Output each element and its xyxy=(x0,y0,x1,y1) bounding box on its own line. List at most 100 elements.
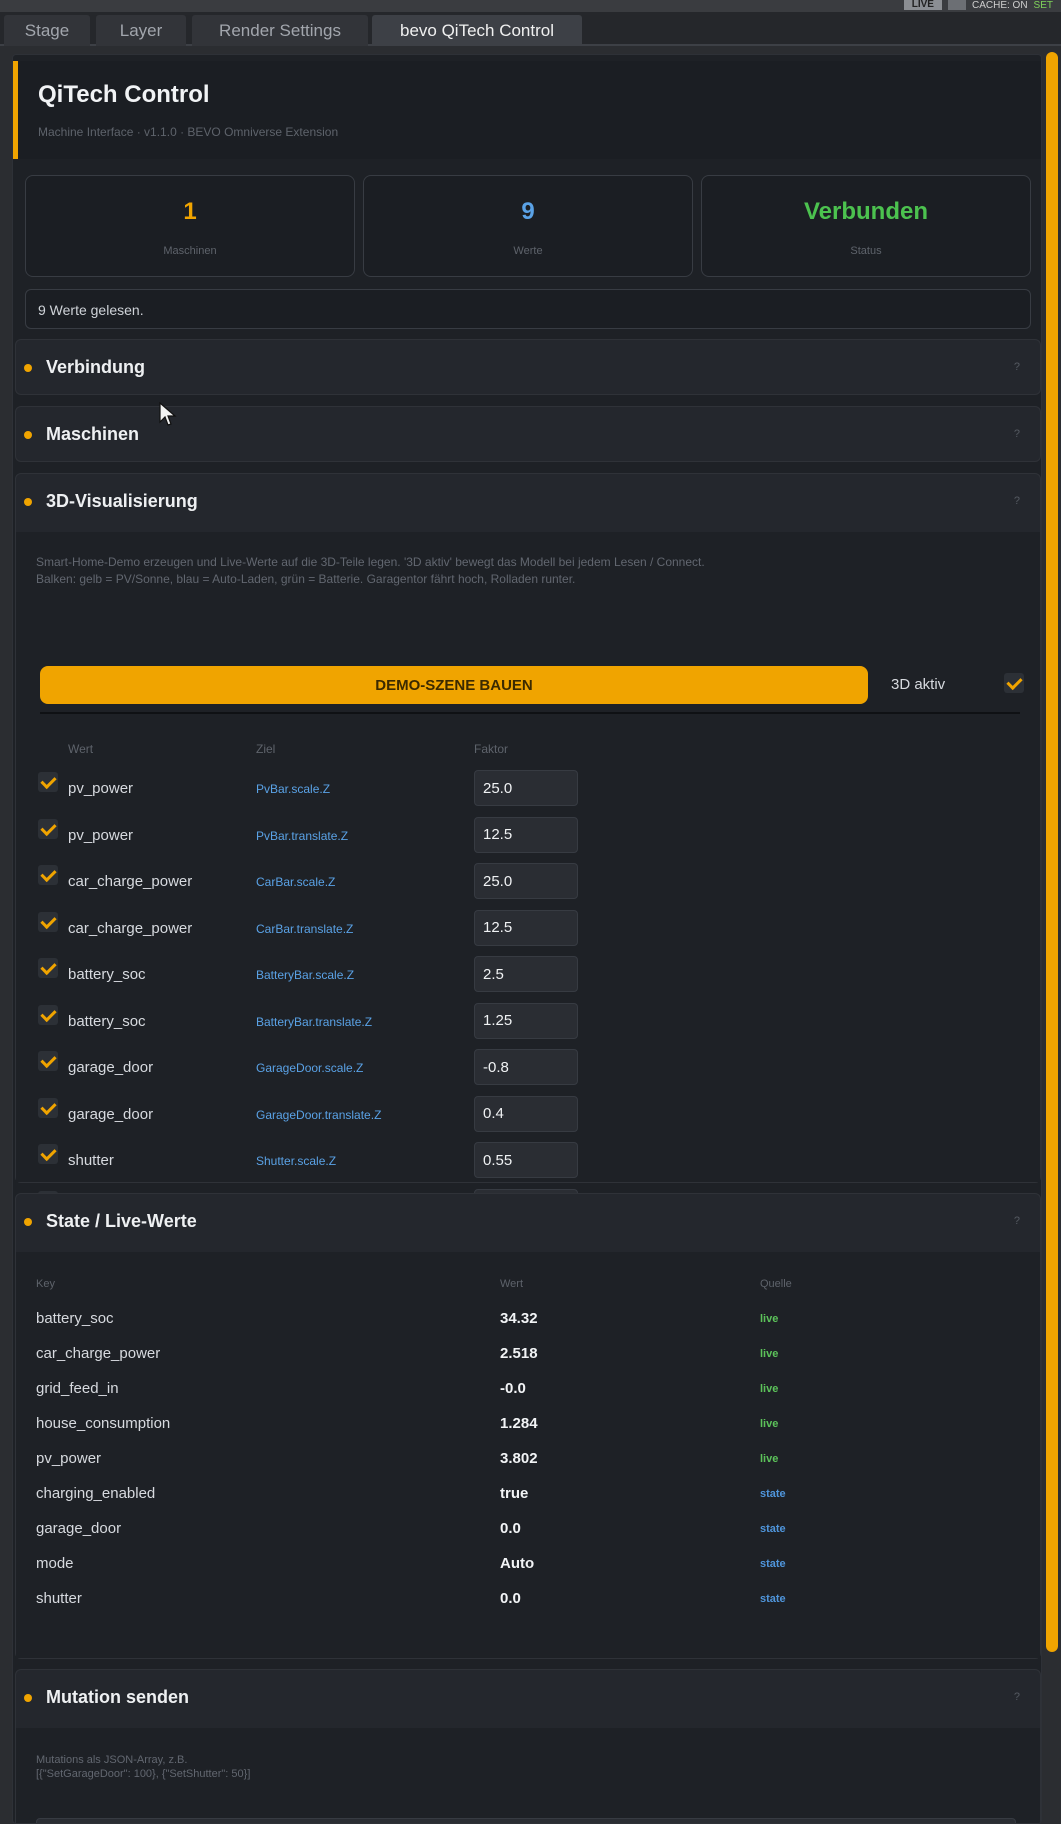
state-value: Auto xyxy=(500,1555,535,1572)
state-value: -0.0 xyxy=(500,1380,526,1397)
cache-status: CACHE: ON xyxy=(971,0,1028,11)
help-icon[interactable]: ? xyxy=(1014,1691,1020,1703)
table-row: shutter 0.0 state xyxy=(16,1584,1016,1614)
mapping-wert: garage_door xyxy=(68,1105,154,1123)
help-icon[interactable]: ? xyxy=(1014,1215,1020,1227)
col-header-wert: Wert xyxy=(68,742,94,756)
stat-status: Verbunden Status xyxy=(701,175,1031,277)
mapping-checkbox[interactable] xyxy=(38,1004,58,1025)
tab-render-settings[interactable]: Render Settings xyxy=(192,15,368,46)
mutation-body: Mutations als JSON-Array, z.B. [{"SetGar… xyxy=(16,1728,1040,1823)
tab-qitech-control[interactable]: bevo QiTech Control xyxy=(372,15,582,46)
table-row: mode Auto state xyxy=(16,1549,1016,1579)
stat-werte: 9 Werte xyxy=(363,175,693,277)
section-bullet-icon xyxy=(24,498,32,506)
mapping-faktor-input[interactable] xyxy=(474,863,578,899)
3d-aktiv-checkbox[interactable] xyxy=(1004,673,1024,693)
live-badge[interactable]: LIVE xyxy=(903,0,942,10)
mapping-checkbox[interactable] xyxy=(38,1051,58,1071)
col-header-ziel: Ziel xyxy=(256,742,276,756)
mapping-faktor-input[interactable] xyxy=(474,1049,578,1085)
section-verbindung[interactable]: Verbindung ? xyxy=(15,339,1041,395)
state-value: true xyxy=(500,1485,529,1502)
state-key: grid_feed_in xyxy=(36,1380,119,1397)
tab-stage[interactable]: Stage xyxy=(4,15,90,46)
mapping-wert: car_charge_power xyxy=(68,919,193,937)
mapping-faktor-input[interactable] xyxy=(474,1095,578,1132)
status-box xyxy=(947,0,966,10)
mapping-row: pv_power PvBar.scale.Z xyxy=(16,770,1016,810)
section-bullet-icon xyxy=(24,1694,32,1702)
mapping-checkbox[interactable] xyxy=(38,1097,58,1118)
mapping-ziel: Shutter.scale.Z xyxy=(256,1154,337,1168)
state-source: state xyxy=(760,1558,786,1570)
state-source: live xyxy=(760,1348,779,1360)
state-source: live xyxy=(760,1453,779,1465)
divider xyxy=(40,712,1020,714)
mapping-ziel: PvBar.scale.Z xyxy=(256,782,331,796)
section-title[interactable]: 3D-Visualisierung xyxy=(46,491,198,512)
section-state-live: State / Live-Werte ? Key Wert Quelle bat… xyxy=(15,1193,1041,1659)
mapping-wert: pv_power xyxy=(68,780,134,797)
stat-maschinen: 1 Maschinen xyxy=(25,175,355,277)
state-source: state xyxy=(760,1593,786,1605)
state-key: shutter xyxy=(36,1590,82,1607)
table-row: garage_door 0.0 state xyxy=(16,1514,1016,1544)
help-icon[interactable]: ? xyxy=(1014,361,1020,373)
mapping-checkbox[interactable] xyxy=(38,911,58,932)
state-key: garage_door xyxy=(36,1520,122,1537)
mapping-row: pv_power PvBar.translate.Z xyxy=(16,816,1016,857)
section-title[interactable]: Mutation senden xyxy=(46,1687,189,1708)
state-source: live xyxy=(760,1418,779,1430)
mutation-input[interactable] xyxy=(36,1818,1016,1823)
stat-value: Verbunden xyxy=(803,198,929,225)
state-key: car_charge_power xyxy=(36,1345,161,1362)
help-icon[interactable]: ? xyxy=(1014,495,1020,507)
mapping-wert: battery_soc xyxy=(68,966,146,983)
mapping-wert: garage_door xyxy=(68,1059,154,1076)
scrollbar[interactable] xyxy=(1046,52,1058,1652)
mapping-checkbox[interactable] xyxy=(38,1144,58,1164)
state-body: Key Wert Quelle battery_soc 34.32 live car_… xyxy=(16,1252,1040,1658)
section-mutation-senden: Mutation senden ? Mutations als JSON-Arr… xyxy=(15,1669,1041,1823)
section-bullet-icon xyxy=(24,1218,32,1226)
mutation-hint-2: [{"SetGarageDoor": 100}, {"SetShutter": … xyxy=(36,1768,251,1780)
mapping-faktor-input[interactable] xyxy=(474,1142,578,1178)
mapping-faktor-input[interactable] xyxy=(474,956,578,992)
viz-hint-2: Balken: gelb = PV/Sonne, blau = Auto-Lad… xyxy=(36,572,576,586)
mapping-checkbox[interactable] xyxy=(38,772,58,792)
mapping-wert: car_charge_power xyxy=(68,873,193,890)
help-icon[interactable]: ? xyxy=(1014,428,1020,440)
status-message: 9 Werte gelesen. xyxy=(25,289,1031,329)
table-row: pv_power 3.802 live xyxy=(16,1444,1016,1474)
state-key: charging_enabled xyxy=(36,1485,156,1502)
state-source: state xyxy=(760,1488,786,1500)
demo-scene-button[interactable]: DEMO-SZENE BAUEN xyxy=(40,666,868,704)
col-header-quelle: Quelle xyxy=(760,1278,792,1290)
mapping-faktor-input[interactable] xyxy=(474,909,578,946)
mapping-wert: pv_power xyxy=(68,826,134,844)
mapping-checkbox[interactable] xyxy=(38,818,58,839)
mapping-wert: battery_soc xyxy=(68,1012,146,1030)
mapping-row: car_charge_power CarBar.scale.Z xyxy=(16,863,1016,903)
section-title[interactable]: State / Live-Werte xyxy=(46,1211,197,1232)
mapping-checkbox[interactable] xyxy=(38,958,58,978)
qitech-panel: QiTech Control Machine Interface · v1.1.… xyxy=(12,54,1042,1824)
state-source: live xyxy=(760,1313,779,1325)
mapping-faktor-input[interactable] xyxy=(474,816,578,853)
mapping-row: battery_soc BatteryBar.translate.Z xyxy=(16,1002,1016,1043)
mapping-ziel: BatteryBar.translate.Z xyxy=(256,1014,373,1029)
mapping-faktor-input[interactable] xyxy=(474,1002,578,1039)
tab-layer[interactable]: Layer xyxy=(96,15,186,46)
mapping-faktor-input[interactable] xyxy=(474,770,578,806)
top-strip xyxy=(0,0,1061,12)
table-row: car_charge_power 2.518 live xyxy=(16,1339,1016,1369)
state-value: 1.284 xyxy=(500,1415,538,1432)
section-bullet-icon xyxy=(24,364,32,372)
mapping-checkbox[interactable] xyxy=(38,865,58,885)
mapping-ziel: CarBar.translate.Z xyxy=(256,921,354,936)
viz-body: Smart-Home-Demo erzeugen und Live-Werte … xyxy=(16,532,1040,1225)
mapping-row: battery_soc BatteryBar.scale.Z xyxy=(16,956,1016,996)
mouse-cursor-icon xyxy=(159,402,177,426)
mapping-row: garage_door GarageDoor.scale.Z xyxy=(16,1049,1016,1089)
